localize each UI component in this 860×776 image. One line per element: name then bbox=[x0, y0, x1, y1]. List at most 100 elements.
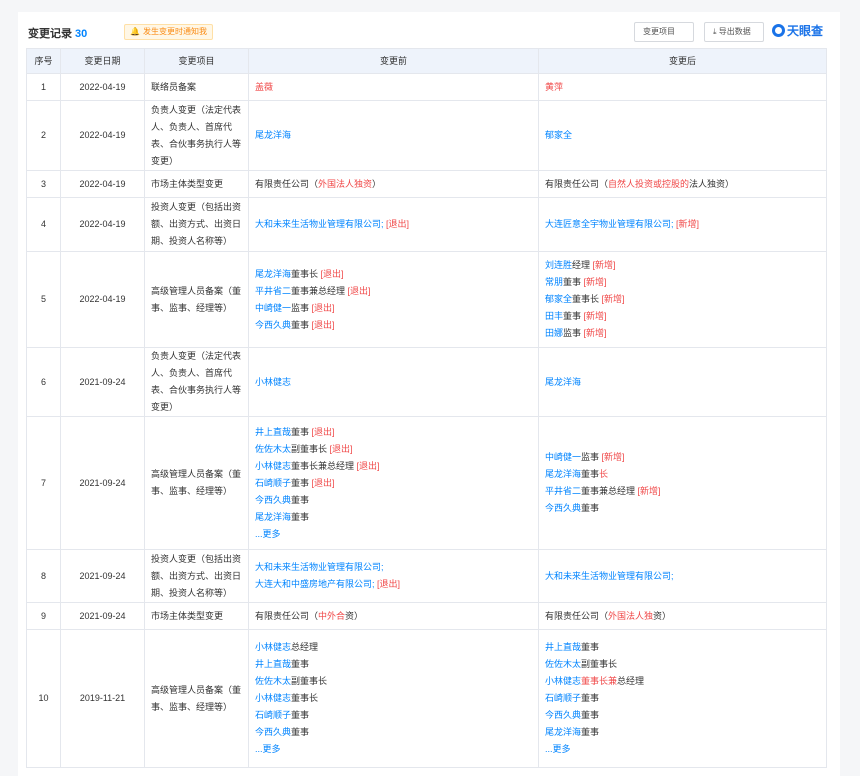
entity-link[interactable]: 中崎健一 bbox=[255, 303, 291, 313]
entity-link[interactable]: 郁家全 bbox=[545, 130, 572, 140]
entity-link[interactable]: 井上直哉 bbox=[255, 427, 291, 437]
change-tag: [新增] bbox=[581, 277, 607, 287]
table-row: 9 2021-09-24 市场主体类型变更 有限责任公司（中外合资） 有限责任公司（外国… bbox=[26, 602, 827, 630]
entity-link[interactable]: 石崎顺子 bbox=[545, 693, 581, 703]
change-tag: [新增] bbox=[581, 328, 607, 338]
change-text: 董事 bbox=[581, 642, 600, 652]
entity-link[interactable]: 大和未来生活物业管理有限公司; bbox=[545, 571, 674, 581]
entity-link[interactable]: 石崎顺子 bbox=[255, 710, 291, 720]
after-cell: 有限责任公司（自然人投资或控股的法人独资） bbox=[538, 170, 827, 198]
change-text: 有限责任公司（ bbox=[545, 610, 609, 621]
change-tag: 外国法人独 bbox=[608, 610, 654, 621]
more-link[interactable]: ...更多 bbox=[255, 741, 532, 758]
table-row: 7 2021-09-24 高级管理人员备案（董事、监事、经理等） 井上直哉董事 [退出… bbox=[26, 416, 827, 550]
entity-link[interactable]: 田丰 bbox=[545, 311, 563, 321]
entity-link[interactable]: 常朋 bbox=[545, 277, 563, 287]
change-text: 总经理 bbox=[617, 676, 645, 686]
entity-link[interactable]: 佐佐木太 bbox=[255, 444, 291, 454]
entity-link[interactable]: 今西久典 bbox=[255, 320, 291, 330]
change-item: 联络员备案 bbox=[144, 73, 249, 101]
entity-link[interactable]: 佐佐木太 bbox=[255, 676, 291, 686]
entity-link[interactable]: 尾龙洋海 bbox=[545, 727, 581, 737]
entity-link[interactable]: 中崎健一 bbox=[545, 452, 581, 462]
entity-link[interactable]: 井上直哉 bbox=[545, 642, 581, 652]
change-date: 2022-04-19 bbox=[60, 170, 145, 198]
entity-link[interactable]: 佐佐木太 bbox=[545, 659, 581, 669]
before-cell: 大和未来生活物业管理有限公司; 大连大和中盛房地产有限公司; [退出] bbox=[248, 549, 539, 603]
entity-link[interactable]: 大和未来生活物业管理有限公司; bbox=[255, 219, 384, 229]
entity-link[interactable]: 井上直哉 bbox=[255, 659, 291, 669]
more-link[interactable]: ...更多 bbox=[545, 741, 820, 758]
after-cell: 大和未来生活物业管理有限公司; bbox=[538, 549, 827, 603]
row-number: 1 bbox=[26, 73, 61, 101]
table-header-row: 序号 变更日期 变更项目 变更前 变更后 bbox=[26, 48, 827, 74]
change-text: 董事长 bbox=[572, 294, 600, 304]
change-tag: 盖薇 bbox=[255, 81, 274, 92]
entity-link[interactable]: 郁家全 bbox=[545, 294, 572, 304]
change-text: 董事 bbox=[291, 659, 310, 669]
entity-link[interactable]: 大连大和中盛房地产有限公司; bbox=[255, 579, 375, 589]
change-item: 负责人变更（法定代表人、负责人、首席代表、合伙事务执行人等变更） bbox=[144, 100, 249, 171]
export-button[interactable]: ⤓ 导出数据 bbox=[704, 22, 764, 42]
row-number: 2 bbox=[26, 100, 61, 171]
filter-label: 变更项目 bbox=[643, 27, 675, 36]
entity-link[interactable]: 大和未来生活物业管理有限公司; bbox=[255, 562, 384, 572]
entity-link[interactable]: 小林健志 bbox=[255, 642, 291, 652]
entity-link[interactable]: 尾龙洋海 bbox=[255, 512, 291, 522]
before-cell: 井上直哉董事 [退出] 佐佐木太副董事长 [退出] 小林健志董事长兼总经理 [退出]… bbox=[248, 416, 539, 550]
notify-button[interactable]: 🔔 发生变更时通知我 bbox=[124, 24, 213, 40]
entity-link[interactable]: 田娜 bbox=[545, 328, 563, 338]
change-date: 2021-09-24 bbox=[60, 549, 145, 603]
entity-link[interactable]: 尾龙洋海 bbox=[545, 469, 581, 479]
entity-link[interactable]: 今西久典 bbox=[545, 710, 581, 720]
change-line: 有限责任公司（外国法人独资） bbox=[255, 176, 532, 193]
entity-link[interactable]: 尾龙洋海 bbox=[255, 269, 291, 279]
col-header-date: 变更日期 bbox=[60, 48, 145, 74]
change-text: 监事 bbox=[563, 328, 582, 338]
table-body: 1 2022-04-19 联络员备案 盖薇 黄萍 2 2022-04-19 负责人变更（法定代… bbox=[26, 73, 827, 768]
change-text: 经理 bbox=[572, 260, 591, 270]
change-tag: [退出] bbox=[318, 268, 344, 279]
entity-link[interactable]: 大连匠意全宇物业管理有限公司; bbox=[545, 219, 674, 229]
entity-link[interactable]: 尾龙洋海 bbox=[255, 130, 291, 140]
change-line: 有限责任公司（外国法人独资） bbox=[545, 608, 820, 625]
change-tag: [新增] bbox=[635, 486, 661, 496]
change-date: 2021-09-24 bbox=[60, 347, 145, 417]
col-header-item: 变更项目 bbox=[144, 48, 249, 74]
entity-link[interactable]: 小林健志 bbox=[255, 693, 291, 703]
entity-link[interactable]: 石崎顺子 bbox=[255, 478, 291, 488]
entity-link[interactable]: 小林健志 bbox=[255, 377, 291, 387]
entity-link[interactable]: 今西久典 bbox=[255, 727, 291, 737]
more-link[interactable]: ...更多 bbox=[255, 526, 532, 543]
change-text: 董事 bbox=[291, 319, 310, 330]
change-text: ） bbox=[372, 178, 382, 189]
change-text: 资） bbox=[653, 610, 672, 621]
change-text: 董事兼总经理 bbox=[581, 486, 636, 496]
entity-link[interactable]: 平井省二 bbox=[255, 286, 291, 296]
brand-logo[interactable]: 天眼查 bbox=[772, 22, 823, 40]
entity-link[interactable]: 尾龙洋海 bbox=[545, 377, 581, 387]
entity-link[interactable]: 今西久典 bbox=[255, 495, 291, 505]
change-tag: [退出] bbox=[345, 285, 371, 296]
change-text: 法人独资） bbox=[689, 178, 735, 189]
entity-link[interactable]: 刘连胜 bbox=[545, 260, 572, 270]
change-line: 佐佐木太副董事长 [退出] bbox=[255, 441, 532, 458]
change-line: 平井省二董事兼总经理 [退出] bbox=[255, 283, 532, 300]
change-item-filter[interactable]: 变更项目▼ bbox=[634, 22, 694, 54]
entity-link[interactable]: 小林健志 bbox=[255, 461, 291, 471]
entity-link[interactable]: 今西久典 bbox=[545, 503, 581, 513]
change-line: 石崎顺子董事 bbox=[545, 690, 820, 707]
change-text: 董事长 bbox=[291, 693, 319, 703]
tianyancha-logo-icon bbox=[772, 24, 785, 37]
after-cell: 有限责任公司（外国法人独资） bbox=[538, 602, 827, 630]
change-line: 刘连胜经理 [新增] bbox=[545, 257, 820, 274]
entity-link[interactable]: 平井省二 bbox=[545, 486, 581, 496]
change-line: 田娜监事 [新增] bbox=[545, 325, 820, 342]
row-number: 3 bbox=[26, 170, 61, 198]
change-line: 中崎健一监事 [新增] bbox=[545, 449, 820, 466]
change-tag: [新增] bbox=[581, 311, 607, 321]
change-date: 2022-04-19 bbox=[60, 73, 145, 101]
after-cell: 井上直哉董事 佐佐木太副董事长 小林健志董事长兼总经理 石崎顺子董事 今西久典董事 尾龙洋… bbox=[538, 629, 827, 768]
entity-link[interactable]: 小林健志 bbox=[545, 676, 581, 686]
change-text: 资） bbox=[345, 610, 364, 621]
